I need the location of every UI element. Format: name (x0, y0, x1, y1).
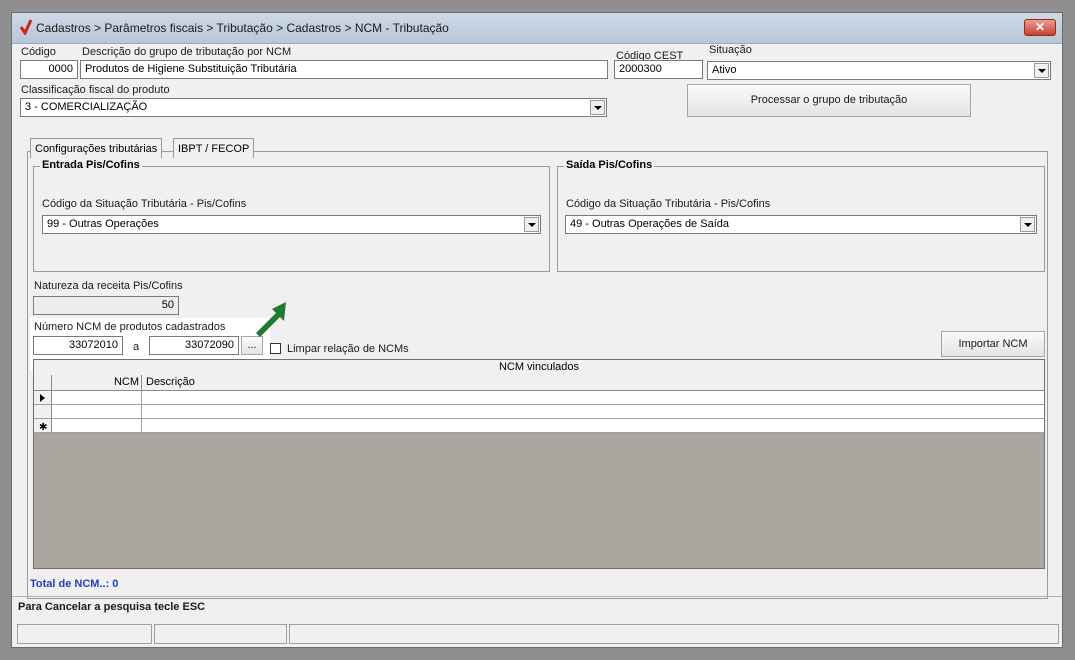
status-hint: Para Cancelar a pesquisa tecle ESC (18, 601, 206, 613)
ncm-from-field[interactable]: 33072010 (33, 336, 123, 355)
natureza-label: Natureza da receita Pis/Cofins (34, 280, 183, 292)
grid-caption: NCM vinculados (34, 360, 1044, 376)
row-indicator: ✱ (34, 419, 52, 433)
saida-group: Saída Pis/Cofins Código da Situação Trib… (557, 159, 1045, 272)
main-window: Cadastros > Parâmetros fiscais > Tributa… (11, 12, 1063, 648)
natureza-field[interactable]: 50 (33, 296, 179, 315)
chevron-down-icon[interactable] (590, 100, 605, 115)
svg-text:✱: ✱ (39, 422, 47, 433)
table-row[interactable] (34, 391, 1044, 405)
row-indicator (34, 391, 52, 404)
codigo-label: Código (21, 46, 56, 58)
entrada-title: Entrada Pis/Cofins (40, 159, 142, 171)
tab-configuracoes[interactable]: Configurações tributárias (30, 138, 163, 158)
new-row-icon: ✱ (39, 422, 47, 433)
situacao-select[interactable]: Ativo (707, 61, 1051, 80)
situacao-value: Ativo (712, 64, 737, 76)
status-cell-3 (289, 624, 1059, 644)
ncm-range-label: Número NCM de produtos cadastrados (34, 321, 226, 333)
saida-cst-value: 49 - Outras Operações de Saída (570, 218, 729, 230)
table-row[interactable] (34, 405, 1044, 419)
entrada-cst-value: 99 - Outras Operações (47, 218, 159, 230)
ncm-to-field[interactable]: 33072090 (149, 336, 239, 355)
status-cell-2 (154, 624, 287, 644)
title-bar: Cadastros > Parâmetros fiscais > Tributa… (12, 13, 1062, 44)
classificacao-label: Classificação fiscal do produto (21, 84, 170, 96)
entrada-cst-select[interactable]: 99 - Outras Operações (42, 215, 541, 234)
row-ncm-cell[interactable] (52, 419, 142, 432)
total-ncm: Total de NCM..: 0 (30, 578, 119, 590)
chevron-down-icon[interactable] (1034, 63, 1049, 78)
entrada-cst-label: Código da Situação Tributária - Pis/Cofi… (42, 198, 247, 210)
grid-header: NCM Descrição (34, 375, 1044, 391)
codigo-field[interactable]: 0000 (20, 60, 78, 79)
classificacao-select[interactable]: 3 - COMERCIALIZAÇÃO (20, 98, 607, 117)
row-ncm-cell[interactable] (52, 391, 142, 404)
grid-header-ncm[interactable]: NCM (52, 375, 142, 390)
status-cell-1 (17, 624, 152, 644)
app-logo-icon (19, 19, 33, 35)
cest-field[interactable]: 2000300 (614, 60, 703, 79)
ncm-grid: NCM vinculados NCM Descrição ✱ (33, 359, 1045, 569)
descricao-field[interactable]: Produtos de Higiene Substituição Tributá… (80, 60, 608, 79)
entrada-group: Entrada Pis/Cofins Código da Situação Tr… (33, 159, 550, 272)
classificacao-value: 3 - COMERCIALIZAÇÃO (25, 101, 148, 113)
importar-ncm-button[interactable]: Importar NCM (941, 331, 1045, 357)
chevron-down-icon[interactable] (524, 217, 539, 232)
row-indicator (34, 405, 52, 418)
ncm-range-sep: a (133, 341, 140, 353)
grid-header-descricao[interactable]: Descrição (146, 375, 195, 390)
table-row[interactable]: ✱ (34, 419, 1044, 433)
descricao-label: Descrição do grupo de tributação por NCM (82, 46, 292, 58)
window-title: Cadastros > Parâmetros fiscais > Tributa… (36, 21, 449, 35)
footer-divider (12, 596, 1062, 597)
saida-title: Saída Pis/Cofins (564, 159, 655, 171)
chevron-down-icon[interactable] (1020, 217, 1035, 232)
situacao-label: Situação (709, 44, 752, 56)
pointer-arrow-icon (256, 302, 286, 337)
saida-cst-select[interactable]: 49 - Outras Operações de Saída (565, 215, 1037, 234)
tab-ibpt-fecop[interactable]: IBPT / FECOP (173, 138, 255, 158)
limpar-label: Limpar relação de NCMs (287, 343, 409, 355)
saida-cst-label: Código da Situação Tributária - Pis/Cofi… (566, 198, 771, 210)
processar-button[interactable]: Processar o grupo de tributação (687, 84, 971, 117)
close-button[interactable]: ✕ (1024, 19, 1056, 36)
grid-header-indicator (34, 375, 52, 390)
limpar-checkbox[interactable] (270, 343, 281, 354)
row-ncm-cell[interactable] (52, 405, 142, 418)
current-row-icon (40, 394, 45, 402)
